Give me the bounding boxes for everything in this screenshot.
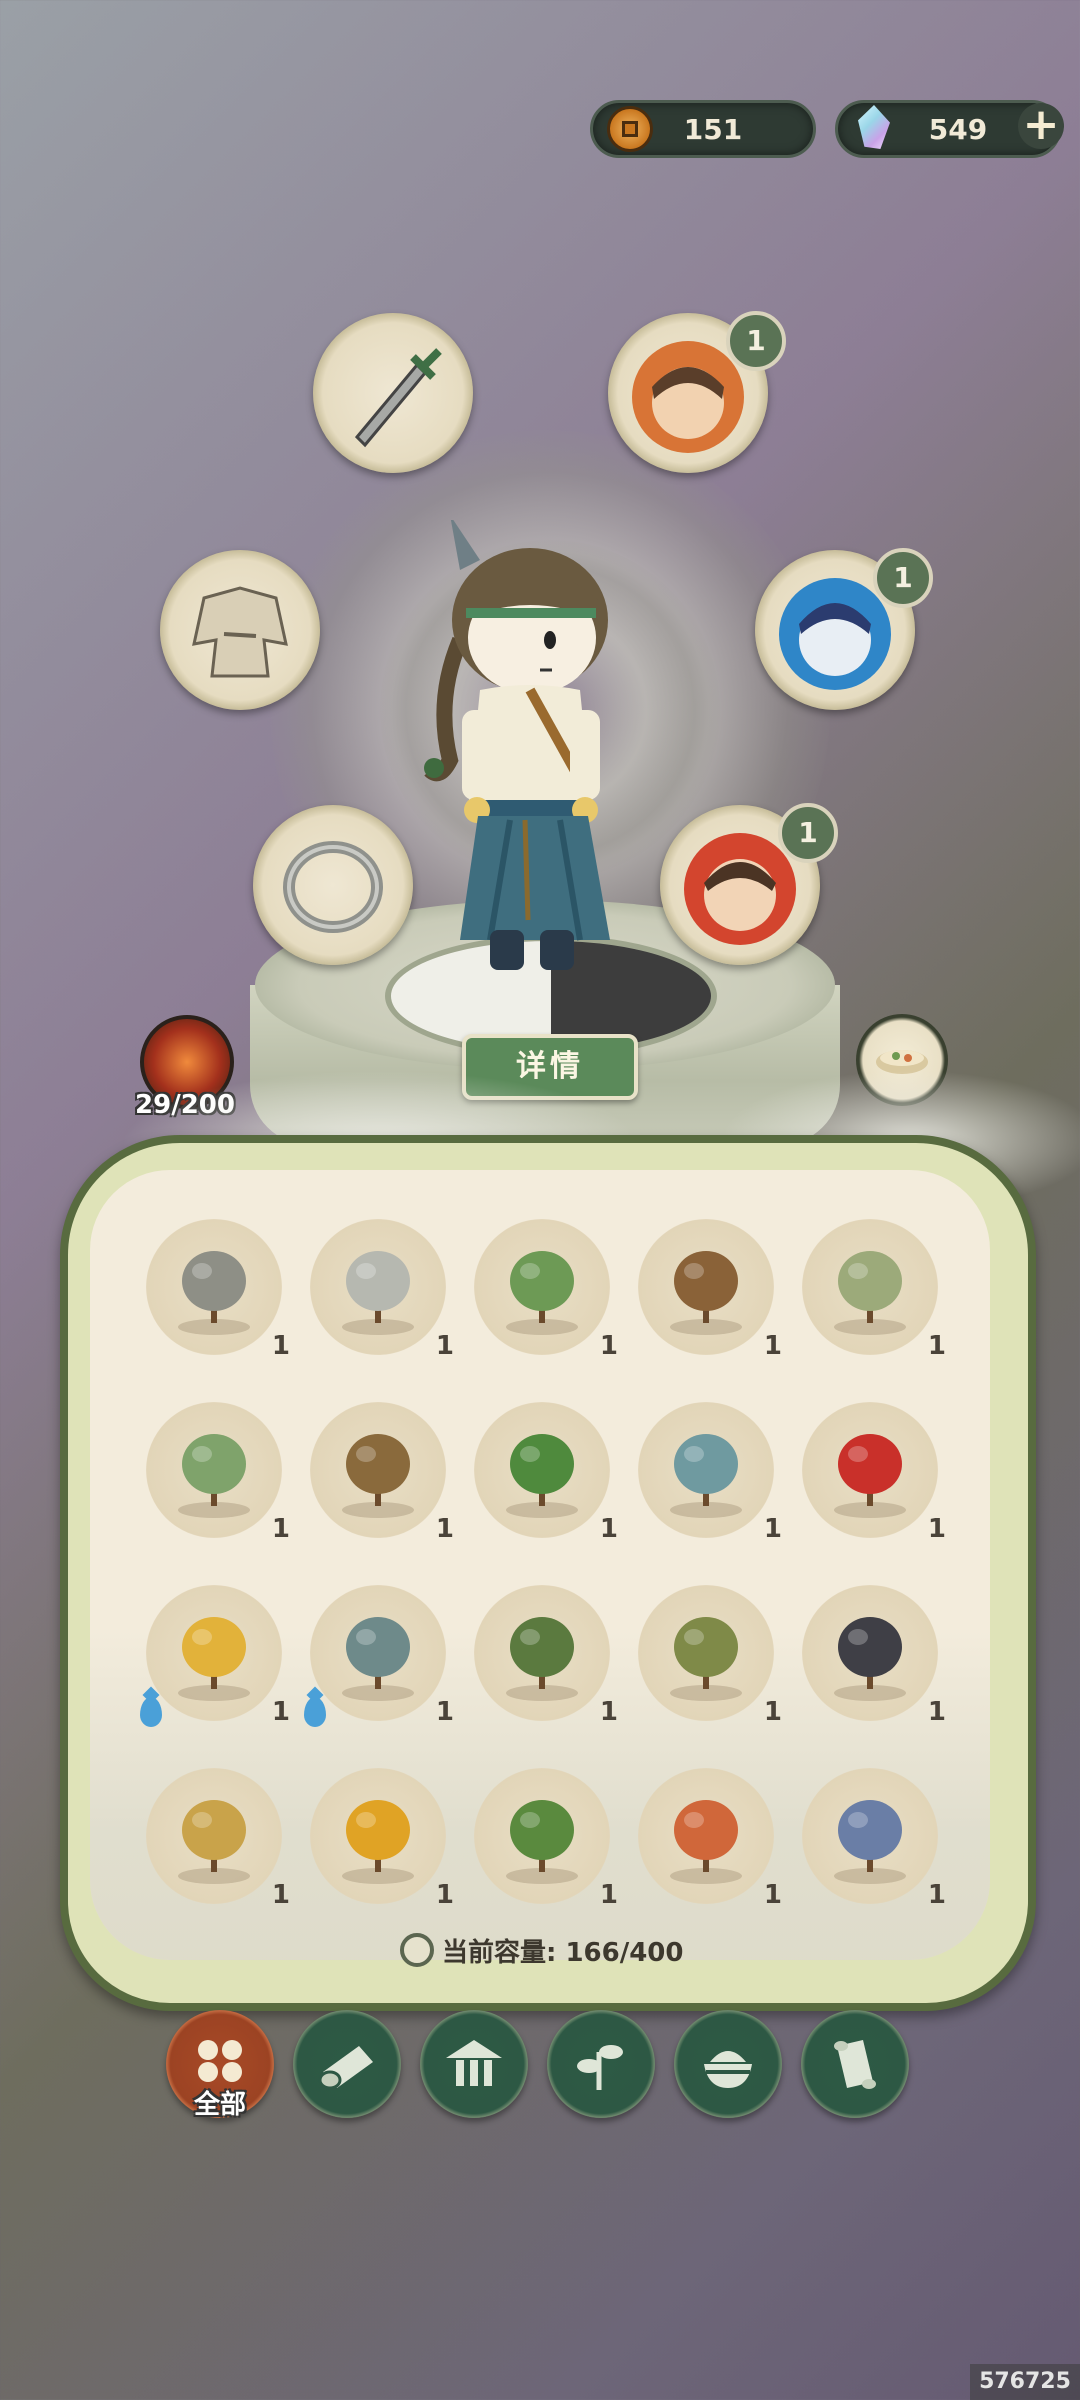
tab-wood[interactable] [293, 2010, 401, 2118]
item-quantity: 1 [927, 1697, 946, 1727]
inventory-item-broken-boat[interactable]: 1 [632, 1215, 782, 1365]
coin-counter: 151 [590, 100, 816, 158]
inventory-item-market-stall[interactable]: 1 [796, 1764, 946, 1914]
bamboo-plant-icon [506, 1434, 578, 1518]
inventory-item-yellow-tree[interactable]: 1 [140, 1581, 290, 1731]
tab-scroll[interactable] [801, 2010, 909, 2118]
capacity-label: 当前容量: 166/400 [442, 1937, 684, 1968]
tea-house-icon [834, 1617, 906, 1701]
tab-plant[interactable] [547, 2010, 655, 2118]
stone-lantern-icon [342, 1251, 414, 1335]
item-quantity: 1 [435, 1331, 454, 1361]
item-quantity: 1 [435, 1880, 454, 1910]
item-quantity: 1 [927, 1514, 946, 1544]
robe-icon [192, 586, 288, 678]
item-quantity: 1 [599, 1697, 618, 1727]
inventory-item-waterside-pavilion[interactable]: 1 [632, 1398, 782, 1548]
item-quantity: 1 [435, 1697, 454, 1727]
inventory-item-red-flowers[interactable]: 1 [796, 1398, 946, 1548]
companion-slot[interactable]: 1 [755, 548, 933, 710]
wooden-shelter-icon [342, 1434, 414, 1518]
head-bottom-slot[interactable]: 1 [660, 803, 838, 965]
sword-icon [354, 348, 442, 448]
item-quantity: 1 [271, 1697, 290, 1727]
head-bottom-count-badge: 1 [778, 803, 838, 863]
golden-ginkgo-icon [342, 1800, 414, 1884]
tab-all-label: 全部 [193, 2090, 246, 2120]
item-quantity: 1 [763, 1514, 782, 1544]
inventory-item-fern-bush[interactable]: 1 [468, 1764, 618, 1914]
broken-boat-icon [670, 1251, 742, 1335]
bamboo-rack-icon [670, 1617, 742, 1701]
head-top-count-badge: 1 [726, 311, 786, 371]
tab-food[interactable] [674, 2010, 782, 2118]
wooden-table-icon [178, 1800, 250, 1884]
item-quantity: 1 [763, 1331, 782, 1361]
item-quantity: 1 [927, 1880, 946, 1910]
character [424, 520, 610, 970]
item-quantity: 1 [763, 1697, 782, 1727]
inventory-item-tea-house[interactable]: 1 [796, 1581, 946, 1731]
potted-plant-icon [506, 1251, 578, 1335]
inventory-item-stone-lantern[interactable]: 1 [304, 1215, 454, 1365]
item-quantity: 1 [763, 1880, 782, 1910]
waterside-pavilion-icon [670, 1434, 742, 1518]
item-quantity: 1 [927, 1331, 946, 1361]
inventory-item-maple-tree[interactable]: 1 [632, 1764, 782, 1914]
rice-bowl-icon [704, 2051, 752, 2088]
inventory-item-bamboo-plant[interactable]: 1 [468, 1398, 618, 1548]
red-flowers-icon [834, 1434, 906, 1518]
companion-count-badge: 1 [873, 548, 933, 608]
weapon-slot[interactable] [313, 313, 473, 473]
item-quantity: 1 [599, 1331, 618, 1361]
clothing-slot[interactable] [160, 550, 320, 710]
stone-pagoda-icon [178, 1251, 250, 1335]
pavilion-icon [446, 2040, 502, 2086]
rock-garden-icon [834, 1251, 906, 1335]
head-top-slot[interactable]: 1 [608, 311, 786, 473]
inventory-item-potted-plant[interactable]: 1 [468, 1215, 618, 1365]
yellow-tree-icon [178, 1617, 250, 1701]
item-quantity: 1 [271, 1331, 290, 1361]
fern-bush-icon [506, 1800, 578, 1884]
tab-building[interactable] [420, 2010, 528, 2118]
inventory-item-wooden-table[interactable]: 1 [140, 1764, 290, 1914]
water-drop-icon [304, 1697, 326, 1727]
inventory-item-bamboo-rack[interactable]: 1 [632, 1581, 782, 1731]
pine-tree-icon [506, 1617, 578, 1701]
capacity-icon [400, 1933, 434, 1967]
ring-icon [283, 841, 383, 933]
item-quantity: 1 [271, 1880, 290, 1910]
water-drop-icon [140, 1697, 162, 1727]
maple-tree-icon [670, 1800, 742, 1884]
inventory-item-stone-pagoda[interactable]: 1 [140, 1215, 290, 1365]
accessory-slot[interactable] [253, 805, 413, 965]
inventory-item-green-mountains[interactable]: 1 [140, 1398, 290, 1548]
bonsai-rock-icon [342, 1617, 414, 1701]
inventory-item-wooden-shelter[interactable]: 1 [304, 1398, 454, 1548]
green-mountains-icon [178, 1434, 250, 1518]
capacity-indicator: 当前容量: 166/400 [400, 1930, 684, 1970]
coin-amount: 151 [683, 112, 743, 146]
sprout-icon [577, 2045, 623, 2090]
inventory-item-rock-garden[interactable]: 1 [796, 1215, 946, 1365]
watermark: 576725 [970, 2364, 1080, 2400]
inventory-item-golden-ginkgo[interactable]: 1 [304, 1764, 454, 1914]
add-gems-button[interactable]: + [1018, 103, 1064, 149]
inventory-item-pine-tree[interactable]: 1 [468, 1581, 618, 1731]
item-quantity: 1 [271, 1514, 290, 1544]
item-quantity: 1 [599, 1880, 618, 1910]
item-quantity: 1 [435, 1514, 454, 1544]
item-quantity: 1 [599, 1514, 618, 1544]
log-icon [318, 2046, 373, 2090]
inventory-item-bonsai-rock[interactable]: 1 [304, 1581, 454, 1731]
market-stall-icon [834, 1800, 906, 1884]
tab-all[interactable]: 全部 [166, 2010, 274, 2120]
scroll-icon [834, 2040, 876, 2089]
